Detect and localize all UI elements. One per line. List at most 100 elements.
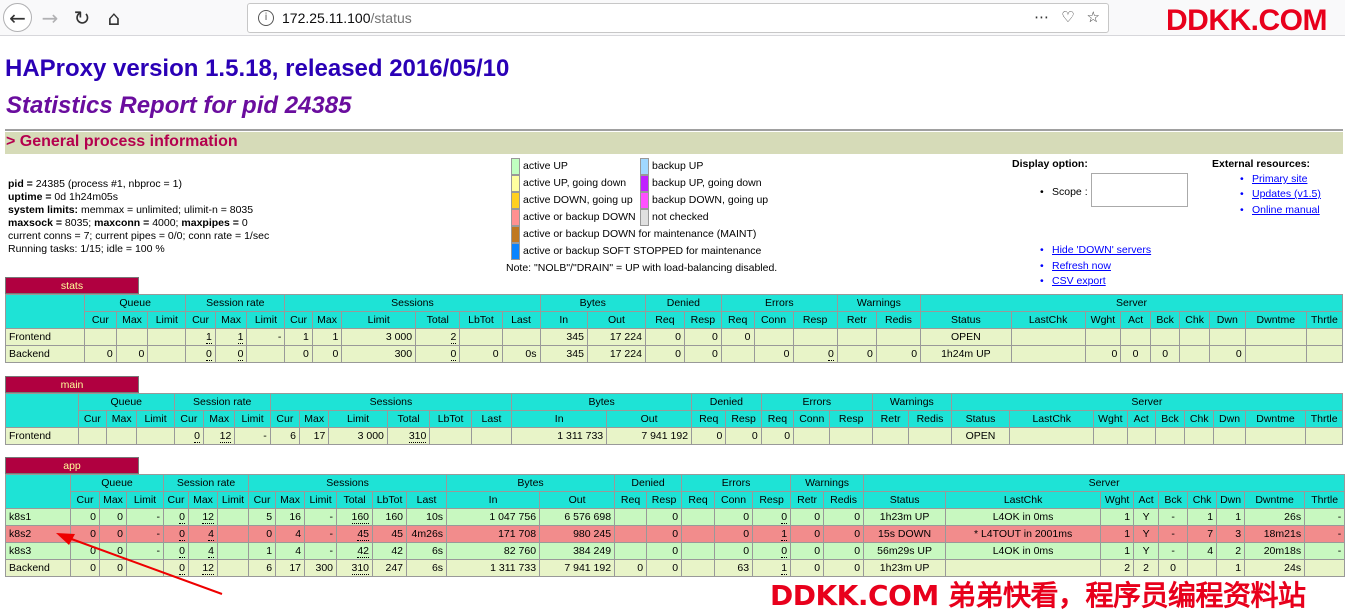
table-row: Frontend 0 12-6 17 3 000 310 1 311 733 7 941 19… — [5, 427, 1343, 445]
group-header: Bytes — [511, 393, 693, 411]
row-name[interactable]: k8s2 — [5, 525, 71, 543]
row-name[interactable]: Backend — [4, 345, 86, 363]
table-cell[interactable]: 0 — [792, 345, 838, 363]
column-header: Cur — [269, 410, 301, 428]
csv-export-link[interactable]: CSV export — [1040, 275, 1106, 287]
table-cell[interactable]: 310 — [386, 427, 431, 445]
column-header: Last — [406, 491, 448, 509]
table-cell: 0 — [614, 559, 648, 577]
table-cell[interactable]: 310 — [336, 559, 374, 577]
arrow-right-icon: → — [41, 6, 59, 30]
online-manual-link[interactable]: Online manual — [1240, 204, 1320, 216]
back-button[interactable]: ← — [3, 3, 32, 32]
table-cell[interactable]: 4 — [188, 525, 218, 543]
table-cell: 6s — [406, 542, 448, 560]
row-name[interactable]: k8s3 — [5, 542, 71, 560]
table-cell: 300 — [304, 559, 338, 577]
table-cell[interactable]: 0 — [415, 345, 461, 363]
legend-swatch — [511, 209, 520, 226]
table-cell: 0 — [753, 345, 794, 363]
refresh-now-link[interactable]: Refresh now — [1040, 260, 1111, 272]
table-cell: - — [126, 508, 164, 526]
row-name[interactable]: Backend — [5, 559, 71, 577]
table-cell[interactable]: 2 — [415, 328, 461, 346]
column-header: Wght — [1093, 410, 1128, 428]
column-header: Out — [586, 311, 646, 329]
group-header: Sessions — [284, 294, 541, 312]
row-name[interactable]: Frontend — [4, 328, 86, 346]
table-cell: - — [304, 542, 338, 560]
table-cell: 0 — [644, 345, 685, 363]
table-cell: 3 000 — [341, 328, 417, 346]
more-icon[interactable]: ⋯ — [1034, 8, 1049, 26]
bookmark-star-icon[interactable]: ☆ — [1087, 8, 1100, 26]
table-cell[interactable]: 0 — [185, 345, 216, 363]
column-header: Resp — [646, 491, 683, 509]
row-name[interactable]: Frontend — [5, 427, 79, 445]
table-cell: 4m26s — [406, 525, 448, 543]
forward-button[interactable]: → — [36, 4, 64, 32]
home-button[interactable]: ⌂ — [100, 4, 128, 32]
table-cell[interactable]: 4 — [188, 542, 218, 560]
table-cell[interactable]: 0 — [163, 508, 189, 526]
table-cell — [1305, 345, 1344, 363]
table-cell — [470, 427, 513, 445]
table-cell: 0 — [1120, 345, 1151, 363]
proxy-title-main[interactable]: main — [5, 376, 139, 393]
column-header: Max — [99, 491, 127, 509]
group-header: Server — [863, 474, 1345, 492]
table-cell: 1 — [284, 328, 313, 346]
table-cell[interactable]: 0 — [163, 559, 189, 577]
proxy-title-stats[interactable]: stats — [5, 277, 139, 294]
scope-label: Scope : — [1040, 186, 1087, 198]
table-cell[interactable]: 0 — [163, 525, 189, 543]
table-cell[interactable]: 0 — [214, 345, 248, 363]
table-cell — [126, 559, 164, 577]
primary-site-link[interactable]: Primary site — [1240, 173, 1308, 185]
table-cell[interactable]: 12 — [188, 559, 218, 577]
reload-button[interactable]: ↻ — [68, 4, 96, 32]
legend-swatch — [511, 243, 520, 260]
group-header: Denied — [644, 294, 722, 312]
column-header: Cur — [284, 311, 313, 329]
table-cell[interactable]: 45 — [336, 525, 374, 543]
table-cell[interactable]: 1 — [752, 525, 792, 543]
table-cell: 0 — [683, 345, 722, 363]
table-cell[interactable]: 42 — [336, 542, 374, 560]
table-cell — [614, 508, 648, 526]
table-cell: 0 — [823, 542, 865, 560]
table-cell[interactable]: 0 — [163, 542, 189, 560]
table-cell: Y — [1133, 525, 1160, 543]
table-cell: - — [1158, 525, 1189, 543]
url-bar[interactable]: i 172.25.11.100/status ⋯ ♡ ☆ — [247, 3, 1109, 33]
column-header: Req — [691, 410, 727, 428]
table-cell: 17 224 — [586, 345, 646, 363]
table-cell[interactable]: 1 — [214, 328, 248, 346]
table-cell[interactable]: 0 — [752, 508, 792, 526]
table-cell: OPEN — [950, 427, 1011, 445]
table-cell: 18m21s — [1244, 525, 1306, 543]
table-cell: 0 — [99, 508, 127, 526]
row-name[interactable]: k8s1 — [5, 508, 71, 526]
legend-swatch — [640, 175, 649, 192]
legend-note: Note: "NOLB"/"DRAIN" = UP with load-bala… — [506, 262, 778, 274]
table-cell[interactable]: 0 — [752, 542, 792, 560]
updates-link[interactable]: Updates (v1.5) — [1240, 188, 1321, 200]
info-icon[interactable]: i — [258, 10, 274, 26]
group-header: Session rate — [185, 294, 286, 312]
table-cell[interactable]: 12 — [188, 508, 218, 526]
column-header: Bck — [1149, 311, 1181, 329]
column-header: Dwn — [1208, 311, 1246, 329]
table-cell: 0 — [823, 508, 865, 526]
proxy-title-app[interactable]: app — [5, 457, 139, 474]
table-cell[interactable]: 0 — [173, 427, 205, 445]
pocket-icon[interactable]: ♡ — [1061, 8, 1074, 26]
scope-input[interactable] — [1091, 173, 1188, 207]
table-cell — [1010, 328, 1086, 346]
column-header: Cur — [70, 491, 100, 509]
table-cell[interactable]: 1 — [185, 328, 216, 346]
table-row: k8s2 0 0-0 4 0 4-45 45 4m26s 171 708 980 245 0 0 1 0 0… — [5, 525, 1345, 543]
table-cell[interactable]: 12 — [203, 427, 236, 445]
hide-down-link[interactable]: Hide 'DOWN' servers — [1040, 244, 1151, 256]
table-cell[interactable]: 160 — [336, 508, 374, 526]
